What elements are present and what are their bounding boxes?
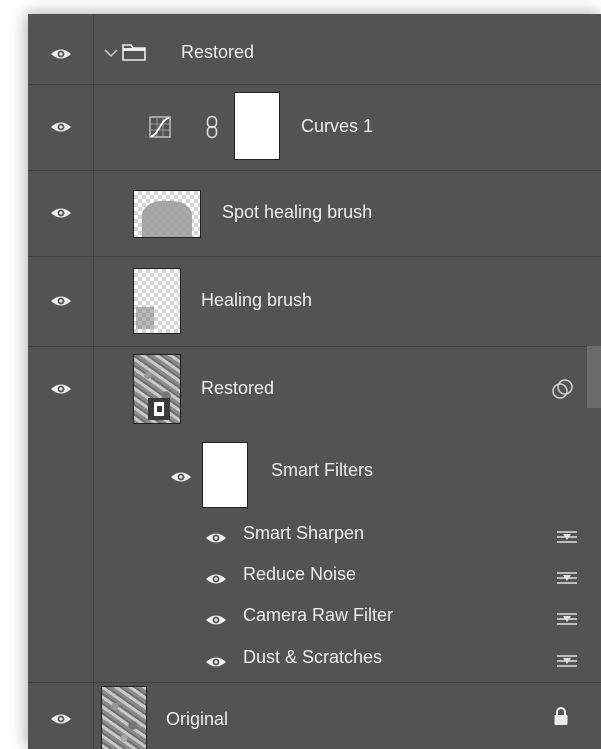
eye-icon[interactable] (50, 120, 72, 134)
curves-adjustment-icon (149, 116, 171, 138)
chevron-down-icon[interactable] (104, 48, 118, 58)
eye-icon[interactable] (205, 613, 227, 627)
filter-item[interactable]: Dust & Scratches (28, 640, 601, 683)
filter-options-icon[interactable] (555, 610, 579, 628)
folder-icon (122, 44, 146, 61)
layer-name[interactable]: Restored (201, 378, 274, 399)
eye-icon[interactable] (50, 382, 72, 396)
layer-name[interactable]: Healing brush (201, 290, 312, 311)
filter-item[interactable]: Camera Raw Filter (28, 598, 601, 640)
eye-icon[interactable] (205, 572, 227, 586)
eye-icon[interactable] (50, 206, 72, 220)
smart-filters-label[interactable]: Smart Filters (271, 460, 373, 481)
filter-effects-icon[interactable] (552, 378, 574, 400)
filter-item[interactable]: Reduce Noise (28, 558, 601, 598)
smart-object-badge-icon (148, 398, 170, 420)
link-icon[interactable] (206, 115, 218, 139)
layer-thumbnail[interactable] (133, 268, 181, 334)
layer-name[interactable]: Original (166, 709, 228, 730)
layer-thumbnail[interactable] (133, 190, 201, 238)
eye-icon[interactable] (50, 47, 72, 61)
layer-name[interactable]: Restored (181, 42, 254, 63)
eye-icon[interactable] (205, 655, 227, 669)
layer-row-curves[interactable]: Curves 1 (28, 84, 601, 171)
filter-name[interactable]: Reduce Noise (243, 564, 356, 585)
filter-options-icon[interactable] (555, 528, 579, 546)
layer-row-group-restored[interactable]: Restored (28, 14, 601, 85)
layer-thumbnail[interactable] (101, 686, 147, 749)
filter-item[interactable]: Smart Sharpen (28, 516, 601, 558)
eye-icon[interactable] (205, 531, 227, 545)
eye-icon[interactable] (170, 470, 192, 484)
layer-row-restored-smart-object[interactable]: Restored (28, 346, 601, 432)
lock-icon[interactable] (553, 706, 569, 726)
filter-options-icon[interactable] (555, 652, 579, 670)
layers-panel: Restored Curves 1 Spot healing brush Hea… (28, 14, 601, 749)
layer-row-healing[interactable]: Healing brush (28, 256, 601, 347)
eye-icon[interactable] (50, 294, 72, 308)
filter-name[interactable]: Dust & Scratches (243, 647, 382, 668)
layer-name[interactable]: Curves 1 (301, 116, 373, 137)
eye-icon[interactable] (50, 712, 72, 726)
filter-options-icon[interactable] (555, 569, 579, 587)
smart-filter-mask-thumbnail[interactable] (202, 442, 248, 508)
layer-name[interactable]: Spot healing brush (222, 202, 372, 223)
filter-name[interactable]: Camera Raw Filter (243, 605, 393, 626)
layer-row-spot-healing[interactable]: Spot healing brush (28, 170, 601, 257)
scrollbar-thumb[interactable] (587, 346, 601, 408)
layer-row-original[interactable]: Original (28, 682, 601, 749)
layer-mask-thumbnail[interactable] (234, 92, 280, 160)
filter-name[interactable]: Smart Sharpen (243, 523, 364, 544)
smart-filters-row[interactable]: Smart Filters (28, 432, 601, 516)
